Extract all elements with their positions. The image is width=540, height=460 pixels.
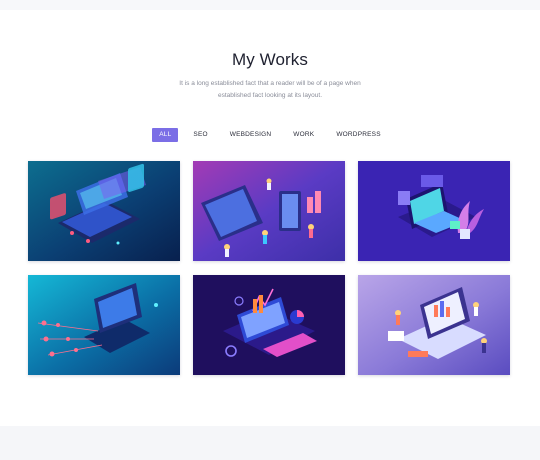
portfolio-item-4[interactable] bbox=[28, 275, 180, 375]
data-analytics-illustration bbox=[193, 275, 345, 375]
subtitle-line-1: It is a long established fact that a rea… bbox=[179, 80, 361, 87]
filter-seo[interactable]: SEO bbox=[186, 128, 214, 142]
bottom-band bbox=[0, 426, 540, 460]
section-title: My Works bbox=[231, 50, 309, 69]
portfolio-filter-bar: ALL SEO WEBDESIGN WORK WORDPRESS bbox=[0, 128, 540, 142]
team-dashboard-illustration bbox=[358, 275, 510, 375]
filter-wordpress[interactable]: WORDPRESS bbox=[329, 128, 387, 142]
filter-webdesign[interactable]: WEBDESIGN bbox=[223, 128, 279, 142]
filter-work[interactable]: WORK bbox=[286, 128, 321, 142]
web-design-team-illustration bbox=[193, 161, 345, 261]
laptop-screens-illustration bbox=[28, 161, 180, 261]
portfolio-item-3[interactable] bbox=[358, 161, 510, 261]
filter-all[interactable]: ALL bbox=[152, 128, 179, 142]
portfolio-item-1[interactable] bbox=[28, 161, 180, 261]
online-shopping-illustration bbox=[358, 161, 510, 261]
laptop-network-illustration bbox=[28, 275, 180, 375]
section-subtitle: It is a long established fact that a rea… bbox=[150, 78, 390, 102]
portfolio-item-2[interactable] bbox=[193, 161, 345, 261]
subtitle-line-2: established fact looking at its layout. bbox=[217, 92, 323, 99]
portfolio-item-6[interactable] bbox=[358, 275, 510, 375]
portfolio-item-5[interactable] bbox=[193, 275, 345, 375]
top-band bbox=[0, 0, 540, 10]
